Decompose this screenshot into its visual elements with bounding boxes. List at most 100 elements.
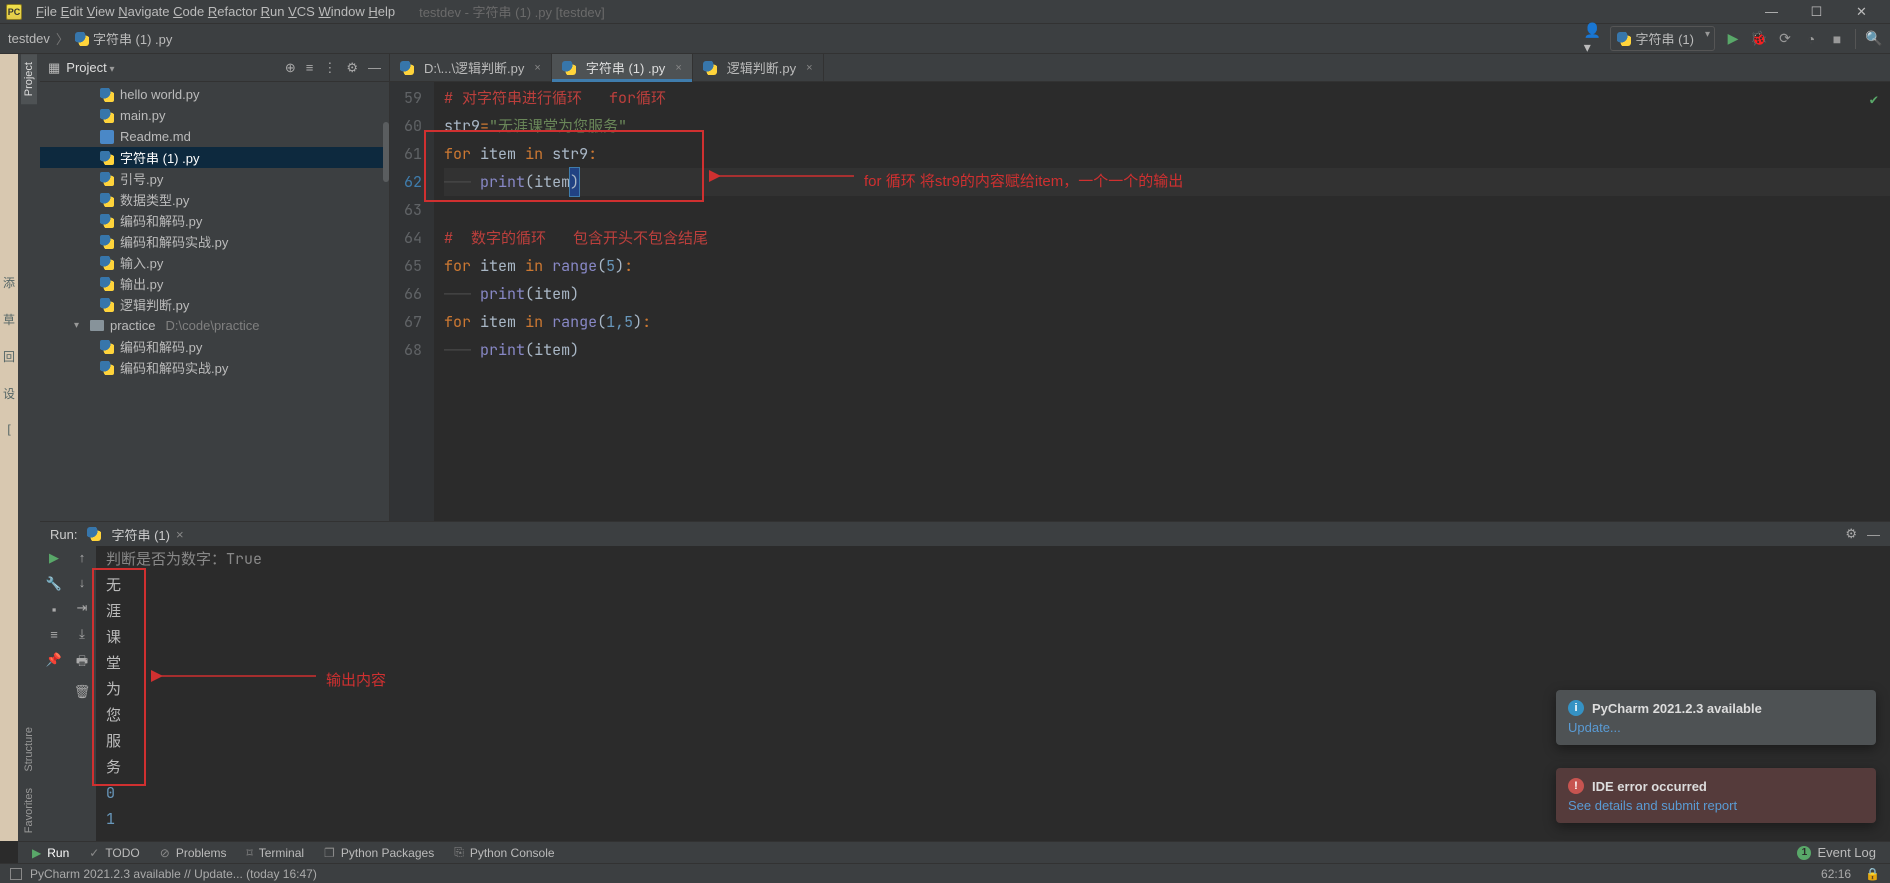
- bottom-tab-problems[interactable]: ⊘Problems: [160, 846, 227, 860]
- menu-code[interactable]: Code: [173, 4, 204, 19]
- structure-tool-tab[interactable]: Structure: [21, 719, 37, 780]
- hide-panel-icon[interactable]: —: [368, 60, 381, 76]
- bottom-tab-todo[interactable]: ✓TODO: [89, 846, 140, 860]
- run-tab-label[interactable]: 字符串 (1): [111, 525, 170, 544]
- edit-config-icon[interactable]: 🔧: [46, 576, 62, 592]
- py-file-icon: [100, 109, 114, 123]
- tree-file[interactable]: 字符串 (1) .py: [40, 147, 389, 168]
- tree-file[interactable]: 编码和解码.py: [40, 336, 389, 357]
- bottom-tab-run[interactable]: ▶Run: [32, 846, 69, 860]
- notification-update-link[interactable]: Update...: [1568, 720, 1864, 735]
- window-minimize[interactable]: [1749, 0, 1794, 24]
- coverage-button[interactable]: ⟳: [1777, 31, 1793, 47]
- guest-icon[interactable]: 👤▾: [1584, 31, 1600, 47]
- close-icon[interactable]: ×: [675, 62, 681, 74]
- favorites-tool-tab[interactable]: Favorites: [21, 780, 37, 841]
- browser-sliver: 添草回设[: [0, 54, 18, 841]
- menu-vcs[interactable]: VCS: [288, 4, 315, 19]
- notification-update[interactable]: iPyCharm 2021.2.3 available Update...: [1556, 690, 1876, 745]
- gear-icon[interactable]: ⚙: [1845, 526, 1857, 542]
- bottom-tab-terminal[interactable]: ⌑Terminal: [247, 846, 305, 860]
- event-log-tab[interactable]: Event Log: [1817, 845, 1876, 860]
- tree-file[interactable]: 编码和解码.py: [40, 210, 389, 231]
- tree-folder[interactable]: ▾practiceD:\code\practice: [40, 315, 389, 336]
- editor-tab[interactable]: 逻辑判断.py×: [693, 54, 824, 81]
- annotation-text-code: for 循环 将str9的内容赋给item，一个一个的输出: [864, 168, 1183, 196]
- py-file-icon: [100, 235, 114, 249]
- tree-file[interactable]: 输入.py: [40, 252, 389, 273]
- folder-icon: [90, 319, 104, 333]
- dump-icon[interactable]: ≡: [50, 627, 58, 642]
- menu-help[interactable]: Help: [368, 4, 395, 19]
- notification-error-link[interactable]: See details and submit report: [1568, 798, 1864, 813]
- editor-tab-bar: D:\...\逻辑判断.py×字符串 (1) .py×逻辑判断.py×: [390, 54, 1890, 82]
- close-icon[interactable]: ×: [806, 62, 812, 74]
- debug-button[interactable]: 🐞: [1751, 31, 1767, 47]
- notification-error[interactable]: !IDE error occurred See details and subm…: [1556, 768, 1876, 823]
- py-file-icon: [100, 277, 114, 291]
- run-configuration-selector[interactable]: 字符串 (1): [1610, 26, 1715, 51]
- tree-file[interactable]: 编码和解码实战.py: [40, 231, 389, 252]
- breadcrumb-file[interactable]: 字符串 (1) .py: [75, 29, 172, 48]
- tree-file[interactable]: 逻辑判断.py: [40, 294, 389, 315]
- tree-file[interactable]: 编码和解码实战.py: [40, 357, 389, 378]
- tree-file[interactable]: 数据类型.py: [40, 189, 389, 210]
- readonly-lock-icon[interactable]: 🔒: [1865, 867, 1880, 881]
- project-view-icon: ▦: [48, 60, 60, 76]
- close-icon[interactable]: ×: [534, 62, 540, 74]
- app-icon: PC: [6, 4, 22, 20]
- profile-button[interactable]: ◔: [1803, 31, 1819, 47]
- tree-file[interactable]: Readme.md: [40, 126, 389, 147]
- run-toolbar-primary: ▶ 🔧 ▪ ≡ 📌: [40, 546, 68, 841]
- bottom-tab-python console[interactable]: ⎘Python Console: [454, 845, 554, 860]
- tree-file[interactable]: main.py: [40, 105, 389, 126]
- bottom-tab-python packages[interactable]: ❐Python Packages: [324, 846, 434, 860]
- collapse-all-icon[interactable]: ⋮: [323, 60, 336, 76]
- close-icon[interactable]: ×: [176, 527, 184, 542]
- py-file-icon: [100, 256, 114, 270]
- menu-file[interactable]: File: [36, 4, 57, 19]
- hide-icon[interactable]: —: [1867, 527, 1880, 542]
- menu-view[interactable]: View: [87, 4, 115, 19]
- settings-icon[interactable]: ⚙: [346, 60, 358, 76]
- editor-tab[interactable]: 字符串 (1) .py×: [552, 54, 693, 81]
- pin-icon[interactable]: 📌: [46, 652, 62, 668]
- soft-wrap-icon[interactable]: ⇥: [77, 600, 88, 616]
- tree-file[interactable]: hello world.py: [40, 84, 389, 105]
- menu-edit[interactable]: Edit: [61, 4, 83, 19]
- tool-window-toggle-icon[interactable]: [10, 868, 22, 880]
- status-message[interactable]: PyCharm 2021.2.3 available // Update... …: [30, 867, 317, 881]
- md-file-icon: [100, 130, 114, 144]
- up-icon[interactable]: ↑: [79, 550, 86, 565]
- menu-window[interactable]: Window: [318, 4, 364, 19]
- window-maximize[interactable]: [1794, 0, 1839, 24]
- py-file-icon: [100, 193, 114, 207]
- search-everywhere-icon[interactable]: 🔍: [1866, 31, 1882, 47]
- rerun-icon[interactable]: ▶: [49, 550, 59, 566]
- stop-icon[interactable]: ▪: [52, 602, 57, 617]
- window-close[interactable]: [1839, 0, 1884, 24]
- python-icon: [87, 527, 101, 541]
- print-icon[interactable]: 🖶: [76, 652, 88, 674]
- locate-icon[interactable]: ⊕: [285, 60, 296, 76]
- project-tool-tab[interactable]: Project: [21, 54, 37, 104]
- inspection-ok-icon[interactable]: ✔: [1870, 86, 1878, 114]
- tree-file[interactable]: 引号.py: [40, 168, 389, 189]
- scroll-to-end-icon[interactable]: ⤓: [79, 626, 85, 642]
- down-icon[interactable]: ↓: [79, 575, 86, 590]
- project-view-selector[interactable]: Project: [66, 60, 114, 75]
- tree-file[interactable]: 输出.py: [40, 273, 389, 294]
- breadcrumb-root[interactable]: testdev: [8, 31, 50, 46]
- expand-all-icon[interactable]: ≡: [306, 60, 314, 76]
- clear-icon[interactable]: 🗑: [74, 684, 91, 700]
- editor-tab[interactable]: D:\...\逻辑判断.py×: [390, 54, 552, 81]
- left-tool-strip: Project Structure Favorites: [18, 54, 40, 841]
- stop-button[interactable]: ■: [1829, 31, 1845, 47]
- menu-navigate[interactable]: Navigate: [118, 4, 169, 19]
- annotation-text-output: 输出内容: [326, 668, 386, 694]
- caret-position[interactable]: 62:16: [1821, 867, 1851, 881]
- run-button[interactable]: ▶: [1725, 31, 1741, 47]
- menu-refactor[interactable]: Refactor: [208, 4, 257, 19]
- menu-run[interactable]: Run: [261, 4, 285, 19]
- py-file-icon: [100, 151, 114, 165]
